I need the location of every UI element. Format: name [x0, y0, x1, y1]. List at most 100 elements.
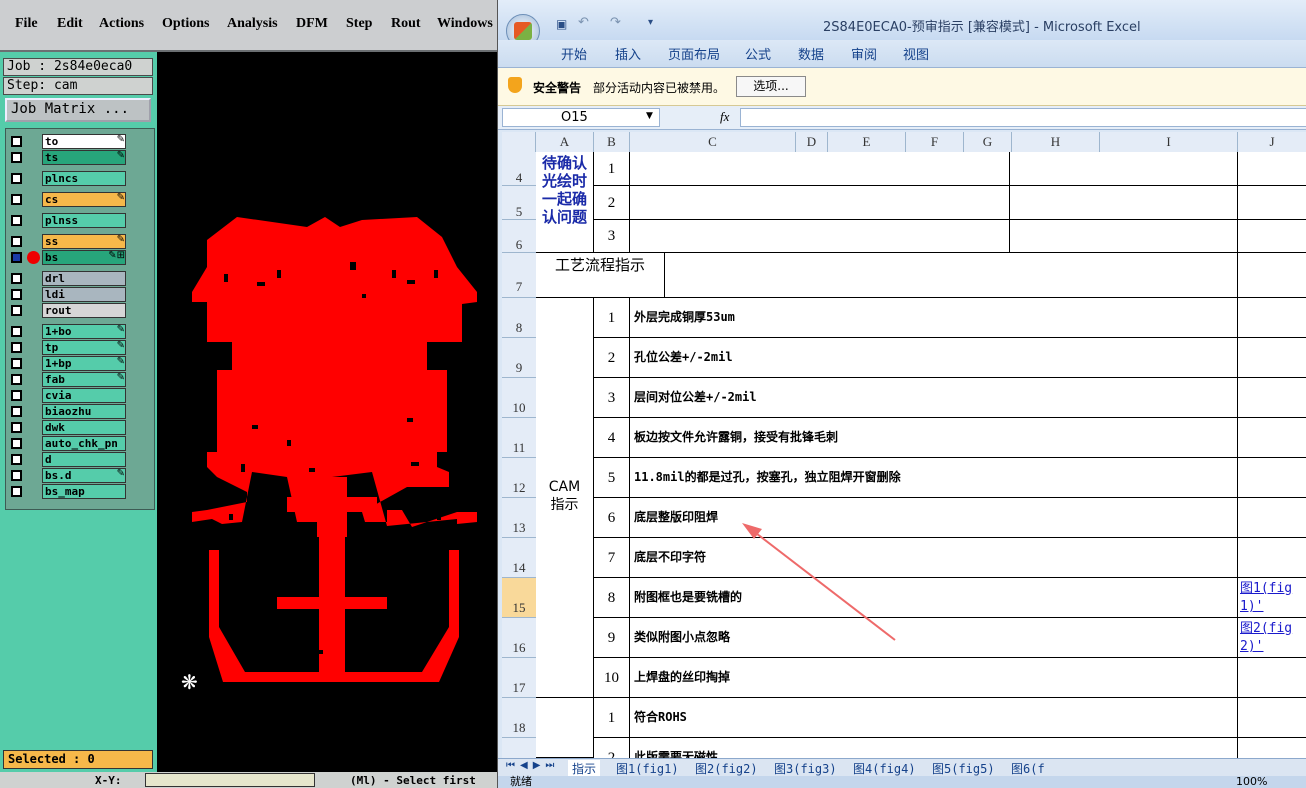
layer-name[interactable]: ss	[42, 234, 126, 249]
column-header-e[interactable]: E	[828, 132, 906, 152]
pending-note-cell[interactable]	[1010, 220, 1238, 253]
layer-name[interactable]: ldi	[42, 287, 126, 302]
layer-checkbox[interactable]	[11, 236, 22, 247]
layer-name[interactable]: ts	[42, 150, 126, 165]
item-text-cell[interactable]: 附图框也是要铣槽的	[630, 578, 1238, 618]
formula-input[interactable]	[740, 108, 1306, 127]
tab-view[interactable]: 视图	[903, 44, 929, 63]
sheet-tab[interactable]: 图2(fig2)	[695, 760, 758, 777]
layer-checkbox[interactable]	[11, 305, 22, 316]
row-header[interactable]: 16	[502, 618, 536, 658]
layer-row-fab[interactable]: fab ✎	[7, 372, 128, 387]
empty-cell[interactable]	[1238, 186, 1306, 220]
layer-row-bs-map[interactable]: bs_map	[7, 484, 128, 499]
sheet-tab[interactable]: 图1(fig1)	[616, 760, 679, 777]
item-text-cell[interactable]: 类似附图小点忽略	[630, 618, 1238, 658]
layer-name[interactable]: d	[42, 452, 126, 467]
qat-redo-icon[interactable]: ↷	[610, 15, 621, 30]
sheet-tab-active[interactable]: 指示	[568, 760, 601, 777]
item-link-cell[interactable]	[1238, 338, 1306, 378]
layer-checkbox[interactable]	[11, 438, 22, 449]
row-header[interactable]: 10	[502, 378, 536, 418]
layer-name[interactable]: bs_map	[42, 484, 126, 499]
item-text-cell[interactable]: 板边按文件允许露铜，接受有批锋毛刺	[630, 418, 1238, 458]
layer-row-tp[interactable]: tp ✎	[7, 340, 128, 355]
layer-checkbox[interactable]	[11, 342, 22, 353]
item-link-cell[interactable]	[1238, 458, 1306, 498]
row-header[interactable]: 15	[502, 578, 536, 618]
layer-name[interactable]: biaozhu	[42, 404, 126, 419]
layer-row-1-bo[interactable]: 1+bo ✎	[7, 324, 128, 339]
layer-checkbox[interactable]	[11, 136, 22, 147]
menu-dfm[interactable]: DFM	[296, 16, 328, 32]
tab-page-layout[interactable]: 页面布局	[668, 44, 720, 63]
pending-text-cell[interactable]	[630, 152, 1010, 186]
layer-checkbox[interactable]	[11, 215, 22, 226]
cam-graphic-canvas[interactable]: ❋	[157, 52, 497, 772]
row-header[interactable]: 4	[502, 152, 536, 186]
item-text-cell[interactable]: 孔位公差+/-2mil	[630, 338, 1238, 378]
column-header-c[interactable]: C	[630, 132, 796, 152]
item-link-cell[interactable]	[1238, 298, 1306, 338]
layer-row-plncs[interactable]: plncs	[7, 171, 128, 186]
row-header[interactable]: 18	[502, 698, 536, 738]
column-header-h[interactable]: H	[1012, 132, 1100, 152]
item-text-cell[interactable]: 上焊盘的丝印掏掉	[630, 658, 1238, 698]
pending-note-cell[interactable]	[1010, 186, 1238, 220]
layer-name[interactable]: to	[42, 134, 126, 149]
layer-row-biaozhu[interactable]: biaozhu	[7, 404, 128, 419]
tab-home[interactable]: 开始	[561, 44, 587, 63]
item-text-cell[interactable]: 11.8mil的都是过孔，按塞孔，独立阻焊开窗删除	[630, 458, 1238, 498]
column-header-b[interactable]: B	[594, 132, 630, 152]
layer-checkbox[interactable]	[11, 390, 22, 401]
menu-edit[interactable]: Edit	[57, 16, 83, 32]
layer-checkbox[interactable]	[11, 326, 22, 337]
layer-name[interactable]: plncs	[42, 171, 126, 186]
pending-text-cell[interactable]	[630, 186, 1010, 220]
layer-checkbox[interactable]	[11, 273, 22, 284]
menu-file[interactable]: File	[15, 16, 38, 32]
layer-name[interactable]: rout	[42, 303, 126, 318]
layer-name[interactable]: plnss	[42, 213, 126, 228]
empty-cell[interactable]	[1238, 220, 1306, 253]
row-header[interactable]: 17	[502, 658, 536, 698]
item-text-cell[interactable]: 此版需要无磁性	[630, 738, 1238, 758]
item-link-cell[interactable]: 图1(fig1)'	[1238, 578, 1306, 618]
menu-options[interactable]: Options	[162, 16, 209, 32]
layer-row-ldi[interactable]: ldi	[7, 287, 128, 302]
name-box-dropdown-icon[interactable]: ▼	[646, 111, 653, 121]
layer-row-ss[interactable]: ss ✎	[7, 234, 128, 249]
layer-row-1-bp[interactable]: 1+bp ✎	[7, 356, 128, 371]
qat-save-icon[interactable]: ▣	[556, 17, 567, 31]
layer-name[interactable]: 1+bo	[42, 324, 126, 339]
item-link-cell[interactable]	[1238, 378, 1306, 418]
item-link-cell[interactable]: 图2(fig2)'	[1238, 618, 1306, 658]
name-box[interactable]: O15	[502, 108, 660, 127]
tab-formulas[interactable]: 公式	[745, 44, 771, 63]
layer-checkbox[interactable]	[11, 173, 22, 184]
layer-row-auto-chk-pn[interactable]: auto_chk_pn	[7, 436, 128, 451]
row-header[interactable]: 7	[502, 253, 536, 298]
tab-review[interactable]: 审阅	[851, 44, 877, 63]
row-header[interactable]: 13	[502, 498, 536, 538]
select-all-corner[interactable]	[502, 132, 536, 152]
layer-checkbox[interactable]	[11, 454, 22, 465]
item-link-cell[interactable]	[1238, 658, 1306, 698]
column-header-i[interactable]: I	[1100, 132, 1238, 152]
layer-name[interactable]: cvia	[42, 388, 126, 403]
row-header[interactable]: 11	[502, 418, 536, 458]
column-header-d[interactable]: D	[796, 132, 828, 152]
menu-step[interactable]: Step	[346, 16, 372, 32]
row-header[interactable]: 5	[502, 186, 536, 220]
column-header-g[interactable]: G	[964, 132, 1012, 152]
row-header[interactable]: 14	[502, 538, 536, 578]
layer-checkbox[interactable]	[11, 194, 22, 205]
xy-input[interactable]	[145, 773, 315, 787]
column-header-f[interactable]: F	[906, 132, 964, 152]
tab-data[interactable]: 数据	[798, 44, 824, 63]
sheet-tab[interactable]: 图3(fig3)	[774, 760, 837, 777]
layer-checkbox[interactable]	[11, 486, 22, 497]
layer-checkbox[interactable]	[11, 422, 22, 433]
layer-name[interactable]: drl	[42, 271, 126, 286]
layer-name[interactable]: tp	[42, 340, 126, 355]
